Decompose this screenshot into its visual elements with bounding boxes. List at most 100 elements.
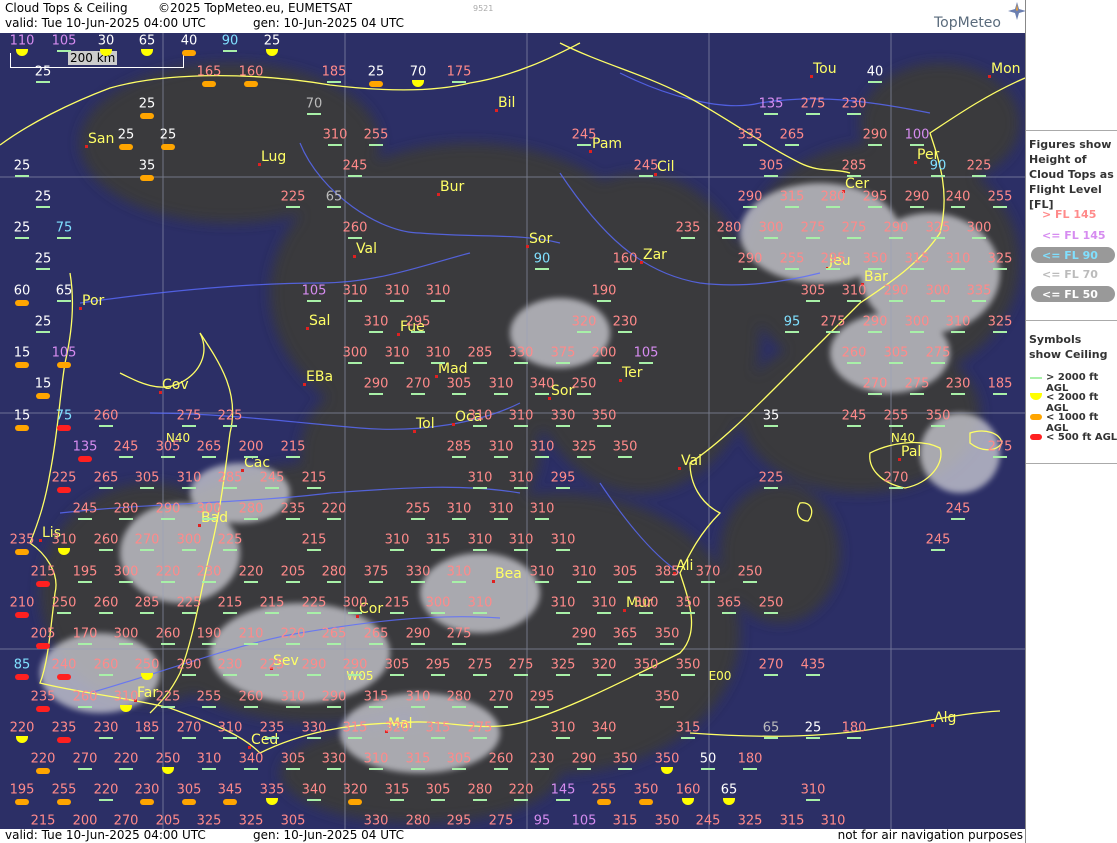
- ceiling-line: [951, 268, 965, 270]
- ceiling-line: [452, 706, 466, 708]
- cloud-top-value: 290: [737, 189, 763, 205]
- cloud-top-value: 320: [384, 720, 410, 736]
- ceiling-line: [514, 799, 528, 801]
- ceiling-line: [119, 643, 133, 645]
- cloud-top-value: 275: [904, 376, 930, 392]
- cloud-top-value: 310: [425, 283, 451, 299]
- ceiling-line: [618, 456, 632, 458]
- cloud-top-value: 315: [342, 720, 368, 736]
- ceiling-line: [327, 81, 341, 83]
- ceiling-line: [140, 549, 154, 551]
- cloud-top-value: 310: [51, 532, 77, 548]
- city-label[interactable]: Lug: [261, 149, 286, 165]
- city-label[interactable]: Tou: [813, 61, 837, 77]
- cloud-top-value: 270: [405, 376, 431, 392]
- disclaimer-text: not for air navigation purposes: [837, 828, 1023, 842]
- cloud-top-value: 185: [987, 376, 1013, 392]
- ceiling-line: [244, 456, 258, 458]
- city-label[interactable]: EBa: [306, 369, 333, 385]
- ceiling-line: [202, 581, 216, 583]
- city-label[interactable]: Ter: [622, 365, 643, 381]
- cloud-top-value: 215: [30, 813, 56, 829]
- city-label[interactable]: Cov: [162, 377, 189, 393]
- ceiling-line: [806, 674, 820, 676]
- cloud-top-value: 260: [93, 595, 119, 611]
- valid-time: valid: Tue 10-Jun-2025 04:00 UTC: [5, 16, 206, 30]
- cloud-map[interactable]: 200 km N40 N40 W05 E00 Tou Mon Bil San Lug Pam Ci…: [0, 33, 1025, 829]
- city-label[interactable]: Val: [356, 241, 377, 257]
- city-label[interactable]: Tol: [416, 416, 435, 432]
- cloud-top-value: 260: [841, 345, 867, 361]
- ceiling-line: [307, 113, 321, 115]
- cloud-top-value: 305: [384, 657, 410, 673]
- ceiling-symbol: [140, 113, 154, 119]
- cloud-top-value: 290: [176, 657, 202, 673]
- city-label[interactable]: Pam: [592, 136, 622, 152]
- city-label[interactable]: Cil: [657, 159, 675, 175]
- cloud-top-value: 230: [217, 657, 243, 673]
- ceiling-line: [99, 549, 113, 551]
- ceiling-line: [431, 674, 445, 676]
- cloud-top-value: 25: [34, 64, 52, 80]
- ceiling-line: [57, 50, 71, 52]
- cloud-top-value: 200: [591, 345, 617, 361]
- ceiling-line: [535, 581, 549, 583]
- ceiling-line: [889, 487, 903, 489]
- cloud-top-value: 235: [675, 220, 701, 236]
- cloud-top-value: 315: [779, 813, 805, 829]
- city-label[interactable]: Mon: [991, 61, 1021, 77]
- cloud-top-value: 335: [259, 782, 285, 798]
- ceiling-line: [348, 612, 362, 614]
- ceiling-line: [119, 456, 133, 458]
- ceiling-line: [369, 643, 383, 645]
- cloud-top-value: 290: [737, 251, 763, 267]
- city-label[interactable]: Sor: [529, 231, 552, 247]
- cloud-top-value: 305: [425, 782, 451, 798]
- cloud-top-value: 245: [925, 532, 951, 548]
- cloud-top-value: 270: [113, 813, 139, 829]
- cloud-top-value: 340: [301, 782, 327, 798]
- ceiling-line: [223, 50, 237, 52]
- city-label[interactable]: Bil: [498, 95, 515, 111]
- cloud-top-value: 245: [841, 408, 867, 424]
- city-label[interactable]: Sal: [309, 313, 330, 329]
- cloud-top-value: 320: [342, 782, 368, 798]
- city-label[interactable]: Zar: [643, 247, 667, 263]
- cloud-top-value: 85: [13, 657, 31, 673]
- cloud-top-value: 205: [30, 626, 56, 642]
- ceiling-line: [473, 612, 487, 614]
- ceiling-label: < 2000 ft AGL: [1046, 392, 1099, 414]
- legend-fl-item: > FL 145: [1042, 208, 1097, 221]
- ceiling-line: [764, 737, 778, 739]
- city-label[interactable]: San: [88, 131, 114, 147]
- ceiling-line: [660, 643, 674, 645]
- ceiling-line: [431, 362, 445, 364]
- cloud-top-value: 275: [800, 96, 826, 112]
- ceiling-line: [660, 581, 674, 583]
- cloud-top-value: 40: [180, 33, 198, 49]
- city-label[interactable]: Pal: [901, 444, 921, 460]
- cloud-top-value: 310: [820, 813, 846, 829]
- cloud-top-value: 180: [737, 751, 763, 767]
- ceiling-line: [327, 206, 341, 208]
- ceiling-line: [182, 549, 196, 551]
- ceiling-line: [452, 518, 466, 520]
- cloud-top-value: 325: [238, 813, 264, 829]
- cloud-top-value: 315: [384, 782, 410, 798]
- ceiling-symbol: [15, 549, 29, 555]
- city-label[interactable]: Bea: [495, 566, 522, 582]
- ceiling-line: [161, 456, 175, 458]
- cloud-top-value: 310: [405, 689, 431, 705]
- legend-ceiling-title: Symbols show Ceiling: [1029, 333, 1108, 361]
- city-label[interactable]: Bur: [440, 179, 464, 195]
- city-label[interactable]: Alg: [934, 710, 956, 726]
- city-label[interactable]: Por: [82, 293, 104, 309]
- cloud-top-value: 260: [342, 220, 368, 236]
- cloud-top-value: 145: [550, 782, 576, 798]
- ceiling-symbol: [15, 674, 29, 680]
- city-label[interactable]: Val: [681, 453, 702, 469]
- ceiling-line: [182, 674, 196, 676]
- ceiling-line: [577, 144, 591, 146]
- ceiling-line: [119, 581, 133, 583]
- ceiling-symbol: [223, 799, 237, 805]
